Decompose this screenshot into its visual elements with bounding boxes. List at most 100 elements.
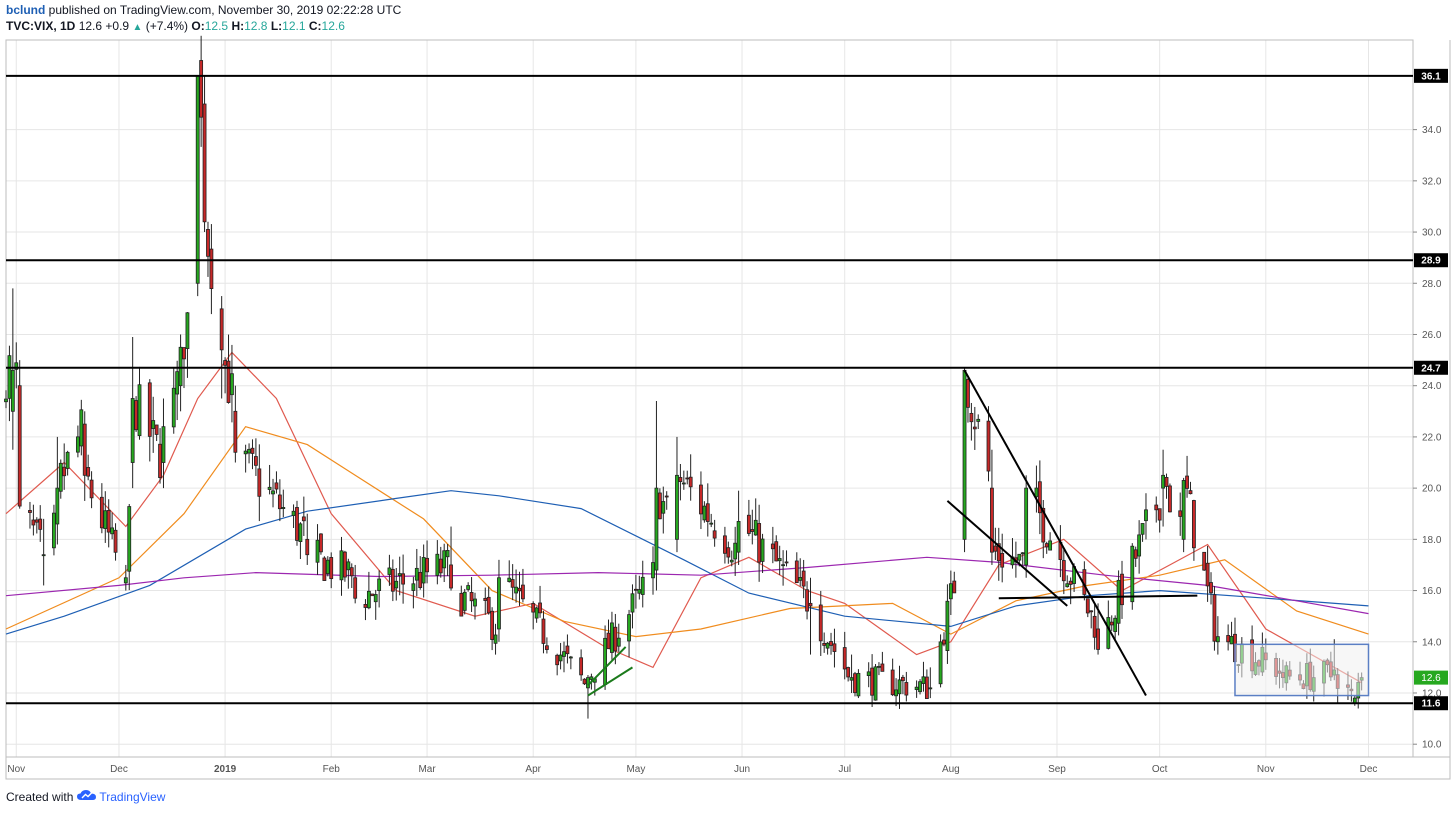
time-tick-label: Sep xyxy=(1048,764,1066,775)
ma-line xyxy=(5,490,1369,635)
candle-body xyxy=(832,643,837,652)
candle-body xyxy=(1133,549,1138,559)
candle-body xyxy=(62,466,67,477)
candle-body xyxy=(1092,615,1097,638)
candle-body xyxy=(10,369,15,412)
candle-body xyxy=(945,600,950,651)
candle-body xyxy=(435,553,440,576)
candle-body xyxy=(1168,485,1172,513)
candle-body xyxy=(637,589,642,594)
candle-body xyxy=(295,507,299,541)
candle-body xyxy=(630,593,635,613)
candle-body xyxy=(343,551,347,578)
candle-body xyxy=(223,360,227,366)
candle-body xyxy=(175,371,180,395)
candle-body xyxy=(110,527,115,535)
candle-body xyxy=(616,637,621,647)
candle-body xyxy=(846,667,851,678)
candle-body xyxy=(497,577,501,630)
candle-body xyxy=(1000,552,1005,568)
candle-body xyxy=(469,592,474,602)
candle-body xyxy=(801,570,806,587)
candle-body xyxy=(709,522,714,525)
candle-body xyxy=(247,448,251,454)
candle-body xyxy=(603,637,607,685)
candle-body xyxy=(445,550,450,558)
candle-body xyxy=(856,672,861,697)
candle-body xyxy=(582,678,587,685)
candle-body xyxy=(818,604,823,642)
candle-body xyxy=(921,676,926,684)
candle-body xyxy=(1085,598,1090,614)
candle-body xyxy=(822,642,827,646)
time-tick-label: Aug xyxy=(942,764,960,775)
candle-body xyxy=(99,496,104,529)
candle-body xyxy=(894,689,898,697)
candle-body xyxy=(315,539,320,563)
candle-body xyxy=(161,426,166,463)
candle-body xyxy=(86,467,91,477)
time-tick-label: Oct xyxy=(1152,764,1168,775)
candle-body xyxy=(870,667,875,696)
candle-body xyxy=(1178,510,1183,517)
candle-body xyxy=(250,447,255,454)
candle-body xyxy=(233,410,238,453)
candle-body xyxy=(586,677,590,689)
candle-body xyxy=(531,603,536,613)
candle-body xyxy=(171,387,176,428)
candle-body xyxy=(640,576,645,595)
candle-body xyxy=(948,583,953,600)
horizontal-levels xyxy=(6,74,1413,705)
price-tick-label: 16.0 xyxy=(1422,586,1442,597)
candle-body xyxy=(733,542,738,560)
candle-body xyxy=(65,451,70,469)
candle-body xyxy=(493,634,498,644)
candle-body xyxy=(565,645,570,655)
candle-body xyxy=(31,519,36,526)
time-tick-label: Dec xyxy=(1360,764,1378,775)
candle-body xyxy=(4,398,8,403)
candle-body xyxy=(760,538,765,562)
candle-body xyxy=(1048,540,1053,551)
candle-body xyxy=(610,622,614,653)
price-chart[interactable]: 10.012.014.016.018.020.022.024.026.028.0… xyxy=(0,0,1456,813)
candle-body xyxy=(17,385,22,507)
candle-body xyxy=(209,248,214,289)
candle-body xyxy=(199,60,204,118)
candle-body xyxy=(1116,579,1121,624)
candle-body xyxy=(555,654,560,666)
candle-body xyxy=(319,533,323,553)
candle-body xyxy=(411,583,416,591)
candle-body xyxy=(808,602,813,607)
candle-body xyxy=(274,482,279,490)
candle-body xyxy=(123,577,128,584)
candle-body xyxy=(805,589,809,612)
candle-body xyxy=(521,584,525,600)
price-tick-label: 24.0 xyxy=(1422,381,1442,392)
candle-body xyxy=(363,603,368,608)
candle-body xyxy=(195,75,200,284)
tradingview-link[interactable]: TradingView xyxy=(99,790,165,804)
level-label: 24.7 xyxy=(1421,363,1441,374)
candle-body xyxy=(1229,636,1234,645)
candle-body xyxy=(514,586,518,594)
candle-body xyxy=(675,474,679,540)
candle-body xyxy=(541,618,546,644)
candle-body xyxy=(507,577,512,582)
candle-body xyxy=(329,557,334,580)
time-tick-label: 2019 xyxy=(214,764,237,775)
candle-body xyxy=(459,592,464,617)
candle-body xyxy=(178,346,183,387)
candle-body xyxy=(339,550,344,581)
candle-body xyxy=(353,577,358,599)
plot-frame xyxy=(5,39,1414,758)
candle-body xyxy=(7,355,12,399)
candle-body xyxy=(712,530,717,539)
price-tick-label: 28.0 xyxy=(1422,279,1442,290)
candle-body xyxy=(1068,580,1073,585)
candle-body xyxy=(544,645,549,650)
candle-body xyxy=(1144,509,1148,522)
candle-body xyxy=(877,665,881,668)
candle-body xyxy=(986,420,991,472)
candle-body xyxy=(1024,487,1029,566)
